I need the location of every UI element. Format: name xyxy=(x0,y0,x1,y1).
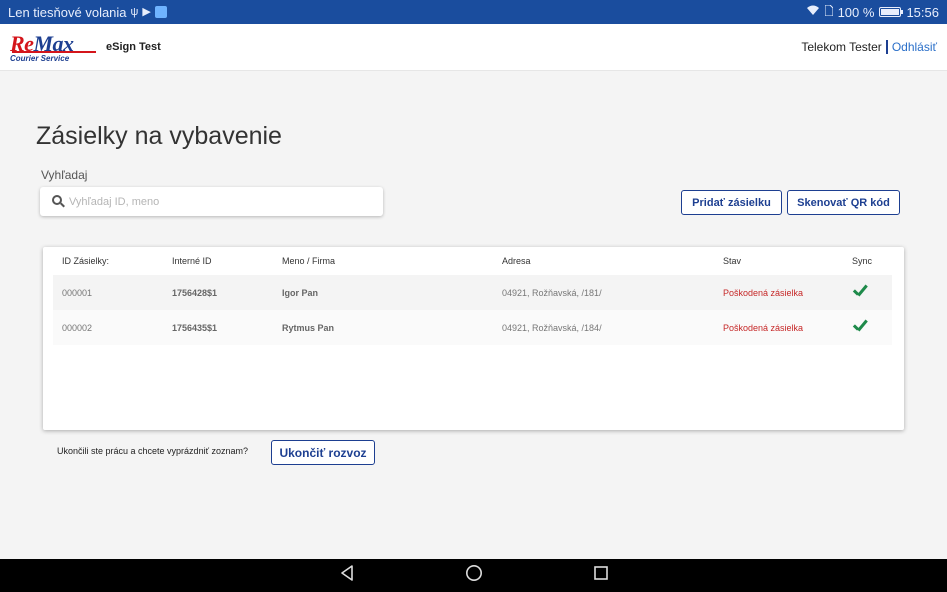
sync-check-icon xyxy=(852,285,868,301)
recent-apps-icon[interactable] xyxy=(593,565,609,586)
column-header-status: Stav xyxy=(723,256,742,266)
column-header-sync: Sync xyxy=(852,256,873,266)
add-shipment-button[interactable]: Pridať zásielku xyxy=(681,190,782,215)
logo-swoosh xyxy=(12,51,96,53)
cell-status: Poškodená zásielka xyxy=(723,322,804,333)
android-status-bar: Len tiesňové volania ψ ▶ 100 % 15:56 xyxy=(0,0,947,24)
table-header: ID Zásielky: Interné ID Meno / Firma Adr… xyxy=(53,247,892,275)
cell-address: 04921, Rožňavská, /184/ xyxy=(502,322,602,333)
cell-id: 000002 xyxy=(62,322,93,333)
table-row[interactable]: 000002 1756435$1 Rytmus Pan 04921, Rožňa… xyxy=(53,310,892,345)
sync-check-icon xyxy=(852,320,868,336)
search-icon xyxy=(52,195,65,208)
sim-icon xyxy=(824,4,834,19)
table-row[interactable]: 000001 1756428$1 Igor Pan 04921, Rožňavs… xyxy=(53,275,892,310)
play-store-icon: ▶ xyxy=(142,5,151,18)
android-nav-bar xyxy=(0,559,947,592)
column-header-name: Meno / Firma xyxy=(282,256,336,266)
cell-name: Rytmus Pan xyxy=(282,322,335,333)
app-title: eSign Test xyxy=(106,41,161,53)
column-header-id: ID Zásielky: xyxy=(62,256,110,266)
finish-delivery-button[interactable]: Ukončiť rozvoz xyxy=(271,440,375,465)
back-icon[interactable] xyxy=(339,565,355,586)
usb-icon: ψ xyxy=(130,5,139,18)
column-header-address: Adresa xyxy=(502,256,531,266)
search-label: Vyhľadaj xyxy=(41,168,88,182)
search-input[interactable] xyxy=(69,195,369,208)
clock: 15:56 xyxy=(906,4,939,20)
remax-logo: ReMax Courier Service xyxy=(10,29,96,65)
app-notification-icon xyxy=(154,6,167,18)
user-area: Telekom Tester Odhlásiť xyxy=(801,40,937,54)
cell-id: 000001 xyxy=(62,287,93,298)
battery-icon xyxy=(879,7,904,17)
carrier-text: Len tiesňové volania xyxy=(8,4,127,20)
column-header-internal-id: Interné ID xyxy=(172,256,212,266)
cell-internal-id: 1756435$1 xyxy=(172,322,218,333)
search-box[interactable] xyxy=(40,187,383,216)
cell-status: Poškodená zásielka xyxy=(723,287,804,298)
cell-internal-id: 1756428$1 xyxy=(172,287,218,298)
logo-subtitle: Courier Service xyxy=(10,54,70,63)
page-title: Zásielky na vybavenie xyxy=(36,122,282,150)
finish-question: Ukončili ste prácu a chcete vyprázdniť z… xyxy=(57,446,248,456)
home-icon[interactable] xyxy=(465,564,483,587)
cell-name: Igor Pan xyxy=(282,287,319,298)
wifi-icon xyxy=(806,5,820,19)
user-name: Telekom Tester xyxy=(801,40,888,54)
battery-percent: 100 % xyxy=(837,4,875,20)
scan-qr-button[interactable]: Skenovať QR kód xyxy=(787,190,900,215)
app-header: ReMax Courier Service eSign Test Telekom… xyxy=(0,24,947,71)
logout-link[interactable]: Odhlásiť xyxy=(888,40,937,54)
shipments-table: ID Zásielky: Interné ID Meno / Firma Adr… xyxy=(43,247,904,430)
cell-address: 04921, Rožňavská, /181/ xyxy=(502,287,602,298)
